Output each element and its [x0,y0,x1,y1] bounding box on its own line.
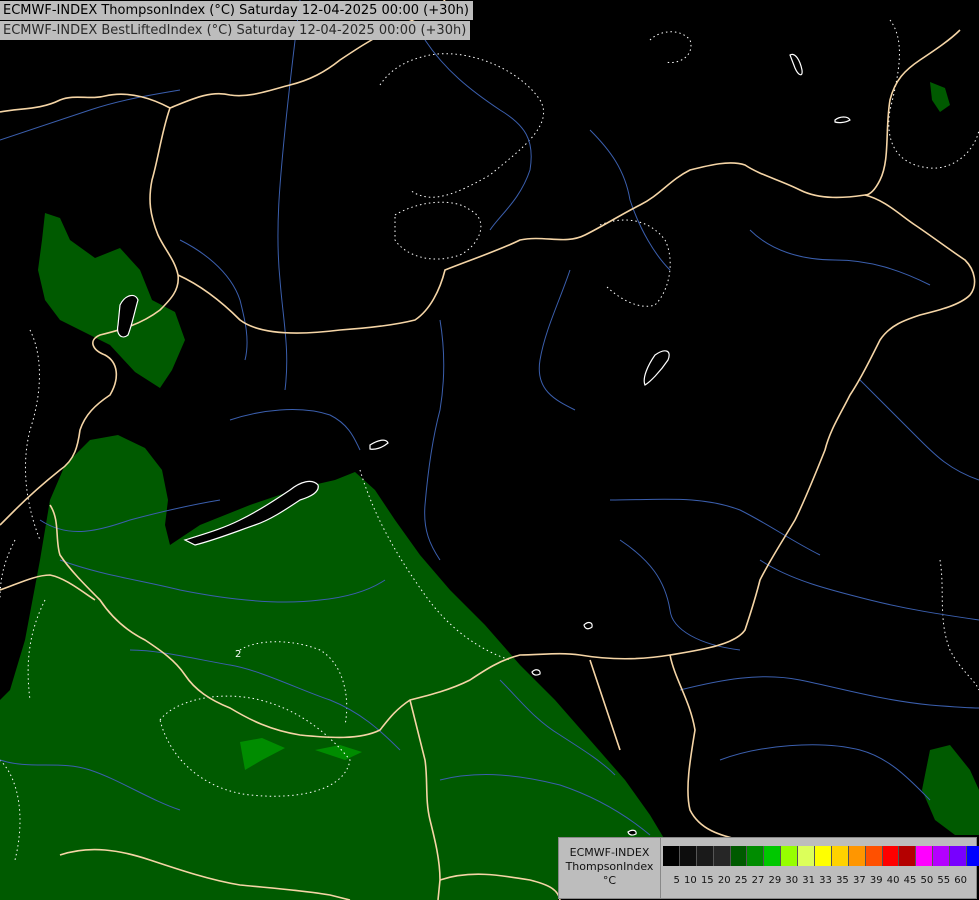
legend-title: ECMWF-INDEX ThompsonIndex °C [559,838,661,898]
legend-swatch [848,846,866,866]
legend-tick-label: 29 [768,875,782,886]
legend-tick-label: 35 [836,875,849,886]
weather-map: 2 [0,0,979,900]
legend-tick-label: 33 [819,875,832,886]
legend-tick-label: 50 [920,875,934,886]
legend-model: ECMWF-INDEX [569,846,650,859]
legend-tick-label: 5 [673,875,680,886]
legend-swatch [831,846,849,866]
legend-swatch [950,846,968,866]
legend-color-scale [663,846,979,866]
legend-tick-label: 30 [785,875,799,886]
legend-tick-labels: 5 10 15 20 25 27 29 30 31 33 35 37 39 40 45 50 55 60 [663,875,968,886]
legend-swatch [798,846,816,866]
legend-swatch [882,846,900,866]
legend-tick-label: 31 [802,875,816,886]
legend-tick-label: 20 [717,875,731,886]
legend-tick-label: 15 [700,875,714,886]
legend-tick-label: 60 [954,875,968,886]
lake-small-6 [583,621,593,630]
legend-swatch [781,846,799,866]
color-legend: ECMWF-INDEX ThompsonIndex °C 5 10 15 20 25 27… [558,837,979,899]
legend-tick-label: 27 [751,875,765,886]
legend-swatch [916,846,934,866]
legend-swatch [764,846,782,866]
legend-tick-label: 10 [684,875,697,886]
legend-swatch [967,846,979,866]
map-title-best-lifted-index: ECMWF-INDEX BestLiftedIndex (°C) Saturda… [0,21,471,40]
legend-tick-label: 25 [734,875,748,886]
contour-label: 2 [235,649,241,660]
legend-swatch [696,846,714,866]
legend-swatch [899,846,917,866]
legend-swatch [679,846,697,866]
legend-swatch [713,846,731,866]
legend-tick-label: 37 [852,875,866,886]
legend-unit: °C [602,874,617,887]
legend-swatch [730,846,748,866]
lake-small-7 [531,669,541,676]
legend-swatch [663,846,680,866]
legend-swatch [747,846,765,866]
legend-parameter: ThompsonIndex [565,860,654,873]
legend-swatch [865,846,883,866]
legend-tick-label: 45 [903,875,917,886]
legend-swatch [933,846,951,866]
legend-tick-label: 40 [886,875,900,886]
legend-swatch [815,846,832,866]
legend-tick-label: 39 [869,875,883,886]
legend-tick-label: 55 [937,875,951,886]
lake-small-8 [627,829,637,836]
map-title-thompson-index: ECMWF-INDEX ThompsonIndex (°C) Saturday … [0,1,473,20]
